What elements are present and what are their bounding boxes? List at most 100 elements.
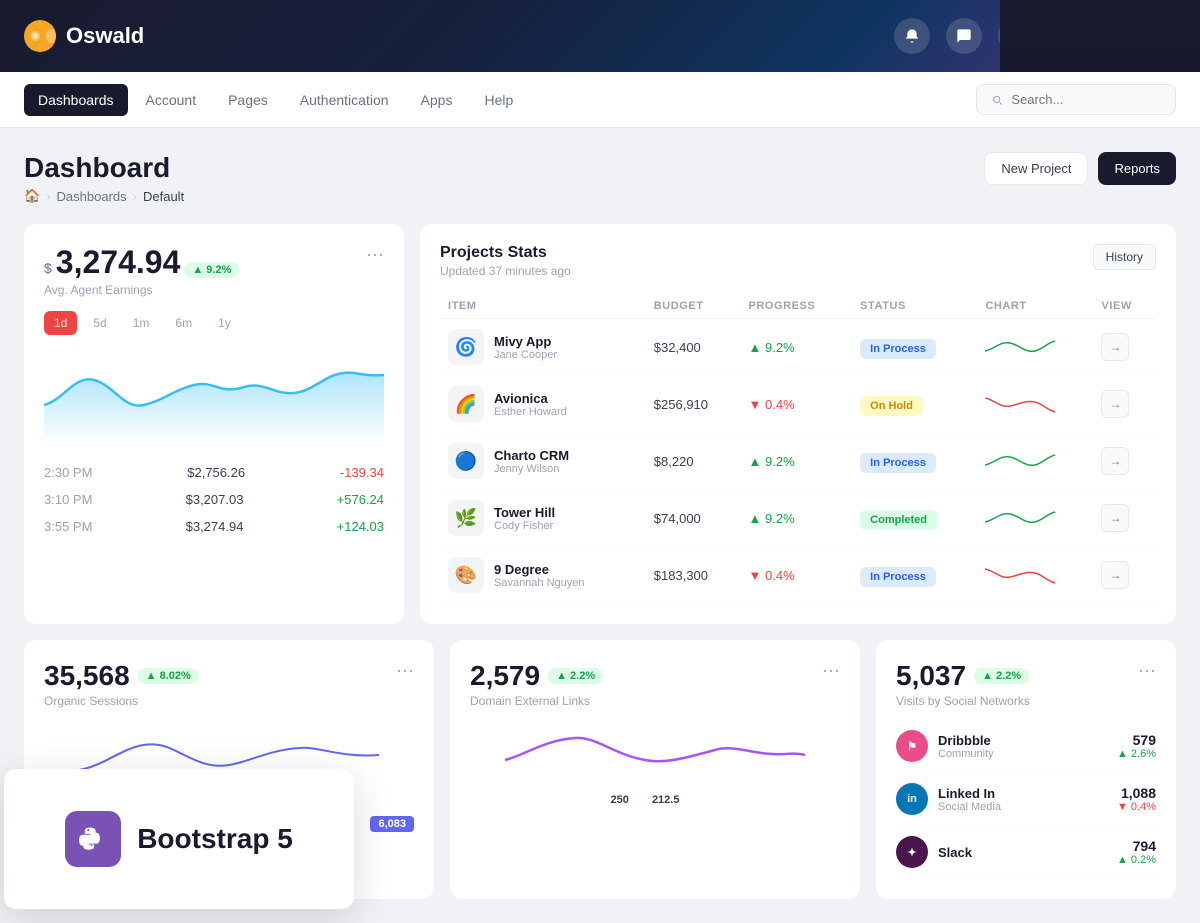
currency-symbol: $ bbox=[44, 260, 52, 276]
col-chart: CHART bbox=[977, 294, 1093, 319]
social-icon-2: ✦ bbox=[896, 836, 928, 868]
nav-help[interactable]: Help bbox=[470, 84, 527, 116]
breadcrumb-dashboards[interactable]: Dashboards bbox=[57, 189, 127, 204]
bottom-cards-row: 35,568 ▲ 8.02% Organic Sessions ··· Cana… bbox=[24, 640, 1176, 899]
secondary-nav: Dashboards Account Pages Authentication … bbox=[0, 72, 1200, 128]
nav-dashboards[interactable]: Dashboards bbox=[24, 84, 128, 116]
nav-authentication[interactable]: Authentication bbox=[286, 84, 403, 116]
project-item-0: 🌀 Mivy App Jane Cooper bbox=[448, 329, 638, 365]
time-filters: 1d 5d 1m 6m 1y bbox=[44, 311, 384, 335]
social-networks-card: 5,037 ▲ 2.2% Visits by Social Networks ·… bbox=[876, 640, 1176, 899]
filter-1d[interactable]: 1d bbox=[44, 311, 77, 335]
domain-label: Domain External Links bbox=[470, 694, 603, 708]
project-icon-1: 🌈 bbox=[448, 386, 484, 422]
organic-value: 35,568 ▲ 8.02% bbox=[44, 660, 199, 692]
domain-more-button[interactable]: ··· bbox=[822, 660, 840, 681]
earnings-amount: $ 3,274.94 ▲ 9.2% bbox=[44, 244, 239, 281]
domain-badge: ▲ 2.2% bbox=[548, 668, 603, 684]
organic-label: Organic Sessions bbox=[44, 694, 199, 708]
nav-links: Dashboards Account Pages Authentication … bbox=[24, 84, 527, 116]
table-row: 🔵 Charto CRM Jenny Wilson $8,220 ▲ 9.2% … bbox=[440, 433, 1156, 490]
status-badge: On Hold bbox=[860, 396, 923, 416]
social-row-0: ⚑ Dribbble Community 579 ▲ 2.6% bbox=[896, 720, 1156, 773]
app-title: Oswald bbox=[66, 23, 144, 49]
view-arrow-2[interactable]: → bbox=[1101, 447, 1129, 475]
top-cards-row: $ 3,274.94 ▲ 9.2% Avg. Agent Earnings ··… bbox=[24, 224, 1176, 624]
social-more-button[interactable]: ··· bbox=[1138, 660, 1156, 681]
col-budget: BUDGET bbox=[646, 294, 741, 319]
earnings-label: Avg. Agent Earnings bbox=[44, 283, 239, 297]
col-view: VIEW bbox=[1093, 294, 1156, 319]
notifications-icon[interactable] bbox=[894, 18, 930, 54]
page-title: Dashboard bbox=[24, 152, 184, 184]
nav-apps[interactable]: Apps bbox=[407, 84, 467, 116]
col-status: STATUS bbox=[852, 294, 977, 319]
table-row: 🌀 Mivy App Jane Cooper $32,400 ▲ 9.2% In… bbox=[440, 319, 1156, 376]
social-value: 5,037 ▲ 2.2% bbox=[896, 660, 1030, 692]
nav-account[interactable]: Account bbox=[132, 84, 211, 116]
new-project-button[interactable]: New Project bbox=[984, 152, 1088, 185]
reports-button[interactable]: Reports bbox=[1098, 152, 1176, 185]
domain-links-card: 2,579 ▲ 2.2% Domain External Links ··· 2… bbox=[450, 640, 860, 899]
view-arrow-4[interactable]: → bbox=[1101, 561, 1129, 589]
chart-row-1: 2:30 PM $2,756.26 -139.34 bbox=[44, 459, 384, 486]
more-options-button[interactable]: ··· bbox=[366, 244, 384, 265]
earnings-value: 3,274.94 bbox=[56, 244, 181, 281]
breadcrumb: 🏠 › Dashboards › Default bbox=[24, 188, 184, 204]
domain-chart: 250 212.5 bbox=[470, 720, 840, 800]
search-box[interactable] bbox=[976, 84, 1176, 115]
search-icon bbox=[991, 93, 1003, 107]
social-label: Visits by Social Networks bbox=[896, 694, 1030, 708]
view-arrow-1[interactable]: → bbox=[1101, 390, 1129, 418]
col-progress: PROGRESS bbox=[741, 294, 853, 319]
home-icon: 🏠 bbox=[24, 188, 40, 204]
breadcrumb-default: Default bbox=[143, 189, 184, 204]
status-badge: Completed bbox=[860, 510, 937, 530]
bootstrap-icon bbox=[65, 811, 121, 867]
chart-row-3: 3:55 PM $3,274.94 +124.03 bbox=[44, 513, 384, 540]
projects-stats-card: Projects Stats Updated 37 minutes ago Hi… bbox=[420, 224, 1176, 624]
nav-pages[interactable]: Pages bbox=[214, 84, 282, 116]
project-icon-0: 🌀 bbox=[448, 329, 484, 365]
social-badge: ▲ 2.2% bbox=[974, 668, 1029, 684]
search-input[interactable] bbox=[1011, 92, 1161, 107]
view-arrow-3[interactable]: → bbox=[1101, 504, 1129, 532]
projects-table: ITEM BUDGET PROGRESS STATUS CHART VIEW 🌀… bbox=[440, 294, 1156, 604]
history-button[interactable]: History bbox=[1093, 244, 1156, 270]
table-row: 🎨 9 Degree Savannah Nguyen $183,300 ▼ 0.… bbox=[440, 547, 1156, 604]
chart-data-rows: 2:30 PM $2,756.26 -139.34 3:10 PM $3,207… bbox=[44, 459, 384, 540]
chat-icon[interactable] bbox=[946, 18, 982, 54]
organic-more-button[interactable]: ··· bbox=[396, 660, 414, 681]
projects-subtitle: Updated 37 minutes ago bbox=[440, 264, 571, 278]
filter-1m[interactable]: 1m bbox=[123, 311, 160, 335]
project-item-1: 🌈 Avionica Esther Howard bbox=[448, 386, 638, 422]
project-item-3: 🌿 Tower Hill Cody Fisher bbox=[448, 500, 638, 536]
filter-1y[interactable]: 1y bbox=[208, 311, 241, 335]
table-row: 🌿 Tower Hill Cody Fisher $74,000 ▲ 9.2% … bbox=[440, 490, 1156, 547]
page-header: Dashboard 🏠 › Dashboards › Default New P… bbox=[24, 152, 1176, 204]
projects-header: Projects Stats Updated 37 minutes ago Hi… bbox=[440, 244, 1156, 278]
earnings-chart bbox=[44, 345, 384, 445]
projects-title: Projects Stats bbox=[440, 244, 571, 262]
organic-badge: ▲ 8.02% bbox=[138, 668, 199, 684]
status-badge: In Process bbox=[860, 339, 936, 359]
filter-5d[interactable]: 5d bbox=[83, 311, 116, 335]
social-icon-0: ⚑ bbox=[896, 730, 928, 762]
project-icon-4: 🎨 bbox=[448, 557, 484, 593]
logo-icon bbox=[24, 20, 56, 52]
logo-area: Oswald bbox=[24, 20, 144, 52]
project-icon-3: 🌿 bbox=[448, 500, 484, 536]
project-item-4: 🎨 9 Degree Savannah Nguyen bbox=[448, 557, 638, 593]
earnings-badge: ▲ 9.2% bbox=[184, 262, 239, 278]
chart-row-2: 3:10 PM $3,207.03 +576.24 bbox=[44, 486, 384, 513]
domain-value: 2,579 ▲ 2.2% bbox=[470, 660, 603, 692]
view-arrow-0[interactable]: → bbox=[1101, 333, 1129, 361]
organic-sessions-card: 35,568 ▲ 8.02% Organic Sessions ··· Cana… bbox=[24, 640, 434, 899]
col-item: ITEM bbox=[440, 294, 646, 319]
project-item-2: 🔵 Charto CRM Jenny Wilson bbox=[448, 443, 638, 479]
social-rows: ⚑ Dribbble Community 579 ▲ 2.6% in Linke… bbox=[896, 720, 1156, 879]
table-row: 🌈 Avionica Esther Howard $256,910 ▼ 0.4%… bbox=[440, 376, 1156, 433]
social-row-2: ✦ Slack 794 ▲ 0.2% bbox=[896, 826, 1156, 879]
bootstrap-overlay: Bootstrap 5 bbox=[4, 769, 354, 909]
filter-6m[interactable]: 6m bbox=[165, 311, 202, 335]
